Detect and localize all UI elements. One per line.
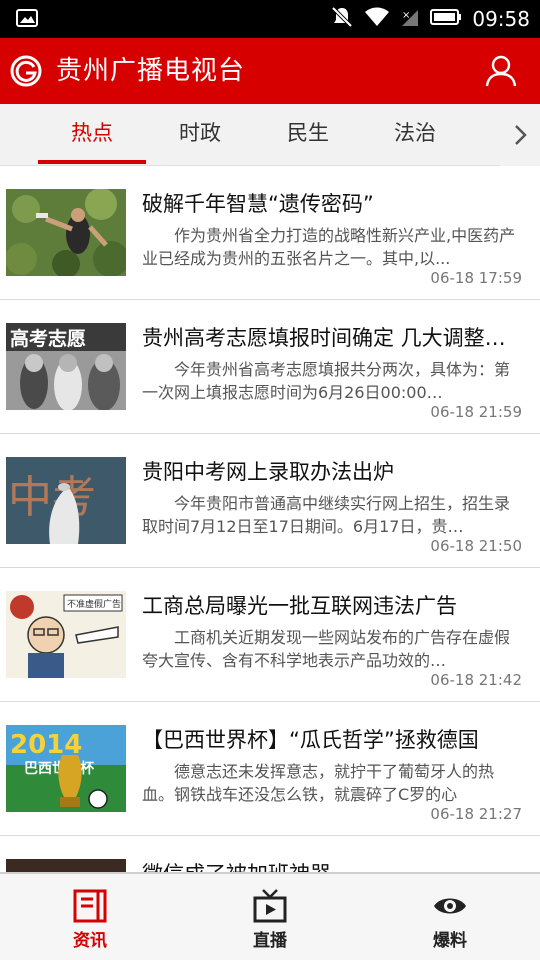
news-thumbnail: 中考 xyxy=(6,457,126,544)
tab-law[interactable]: 法治 xyxy=(361,104,469,166)
news-summary: 今年贵阳市普通高中继续实行网上招生，招生录取时间7月12日至17日期间。6月17… xyxy=(142,494,511,536)
tv-icon xyxy=(252,888,288,924)
battery-icon xyxy=(430,8,462,30)
list-item[interactable]: 中考 贵阳中考网上录取办法出炉 今年贵阳市普通高中继续实行网上招生，招生录取时间… xyxy=(0,434,540,568)
news-title: 贵州高考志愿填报时间确定 几大调整… xyxy=(142,326,506,350)
tab-politics[interactable]: 时政 xyxy=(146,104,254,166)
news-thumbnail xyxy=(6,189,126,276)
news-thumbnail: 2014 巴西世界杯 xyxy=(6,725,126,812)
thumb-caption: 不准虚假广告 xyxy=(67,598,121,610)
nav-tips-label: 爆料 xyxy=(433,931,467,951)
chevron-right-icon xyxy=(515,125,527,145)
eye-icon xyxy=(432,888,468,924)
image-icon xyxy=(16,8,38,28)
clock: 09:58 xyxy=(472,7,530,31)
mute-icon xyxy=(330,5,354,33)
news-title: 破解千年智慧“遗传密码” xyxy=(142,192,374,216)
user-icon[interactable] xyxy=(484,54,518,88)
thumb-caption: 高考志愿 xyxy=(10,327,86,350)
nav-live-label: 直播 xyxy=(253,931,287,951)
g-logo-icon xyxy=(10,55,42,87)
bottom-nav: 资讯 直播 爆料 xyxy=(0,872,540,960)
list-item[interactable]: 破解千年智慧“遗传密码” 作为贵州省全力打造的战略性新兴产业,中医药产业已经成为… xyxy=(0,166,540,300)
list-item[interactable]: 不准虚假广告 工商总局曝光一批互联网违法广告 工商机关近期发现一些网站发布的广告… xyxy=(0,568,540,702)
news-title: 贵阳中考网上录取办法出炉 xyxy=(142,460,394,484)
news-time: 06-18 21:59 xyxy=(430,403,522,421)
nav-news[interactable]: 资讯 xyxy=(0,874,180,960)
tab-hot[interactable]: 热点 xyxy=(38,104,146,166)
news-summary: 今年贵州省高考志愿填报共分两次，具体为：第一次网上填报志愿时间为6月26日00:… xyxy=(142,360,511,402)
tab-indicator xyxy=(38,160,146,164)
tab-livelihood[interactable]: 民生 xyxy=(254,104,362,166)
svg-text:×: × xyxy=(402,10,410,21)
category-tabs: 热点 时政 民生 法治 xyxy=(0,104,540,166)
news-thumbnail: 不准虚假广告 xyxy=(6,591,126,678)
news-time: 06-18 21:27 xyxy=(430,805,522,823)
app-bar: 贵州广播电视台 xyxy=(0,38,540,104)
news-title: 微信成了被加班神器 xyxy=(142,858,526,872)
news-title: 【巴西世界杯】“瓜氏哲学”拯救德国 xyxy=(142,728,479,752)
signal-icon: × xyxy=(400,6,420,32)
list-item[interactable]: 高考志愿 贵州高考志愿填报时间确定 几大调整… 今年贵州省高考志愿填报共分两次，… xyxy=(0,300,540,434)
news-list: 破解千年智慧“遗传密码” 作为贵州省全力打造的战略性新兴产业,中医药产业已经成为… xyxy=(0,166,540,872)
news-icon xyxy=(72,888,108,924)
news-summary: 工商机关近期发现一些网站发布的广告存在虚假夸大宣传、含有不科学地表示产品功效的… xyxy=(142,628,511,670)
app-title: 贵州广播电视台 xyxy=(56,56,246,86)
status-bar: × 09:58 xyxy=(0,0,540,38)
news-time: 06-18 21:42 xyxy=(430,671,522,689)
news-time: 06-18 21:50 xyxy=(430,537,522,555)
wifi-icon xyxy=(364,6,390,32)
news-thumbnail: 高考志愿 xyxy=(6,323,126,410)
news-time: 06-18 17:59 xyxy=(430,269,522,287)
nav-news-label: 资讯 xyxy=(73,931,107,951)
news-summary: 德意志还未发挥意志，就拧干了葡萄牙人的热血。钢铁战车还没怎么铁，就震碎了C罗的心 xyxy=(142,762,495,804)
list-item[interactable]: 2014 巴西世界杯 【巴西世界杯】“瓜氏哲学”拯救德国 德意志还未发挥意志，就… xyxy=(0,702,540,836)
nav-live[interactable]: 直播 xyxy=(180,874,360,960)
news-summary: 作为贵州省全力打造的战略性新兴产业,中医药产业已经成为贵州的五张名片之一。其中,… xyxy=(142,226,516,268)
nav-tips[interactable]: 爆料 xyxy=(360,874,540,960)
list-item[interactable]: 微信成了被加班神器 xyxy=(0,836,540,872)
news-thumbnail xyxy=(6,859,126,872)
news-title: 工商总局曝光一批互联网违法广告 xyxy=(142,594,457,618)
tab-scroll-more[interactable] xyxy=(500,104,540,166)
